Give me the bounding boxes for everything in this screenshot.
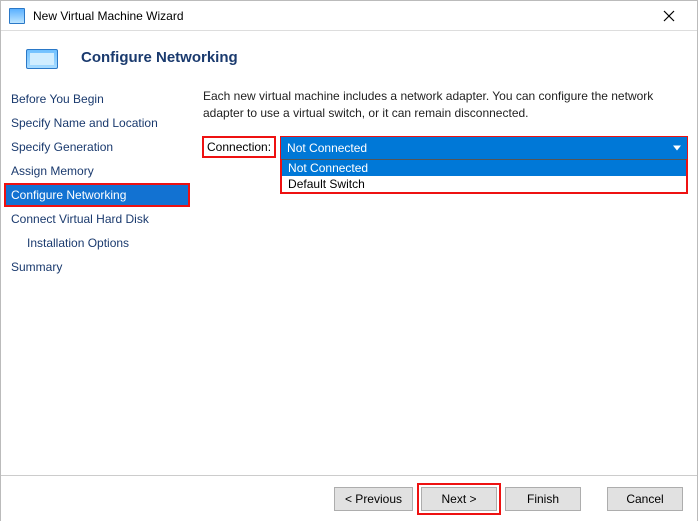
connection-combo-wrap: Not Connected Not Connected Default Swit… — [281, 137, 687, 193]
wizard-steps: Before You Begin Specify Name and Locati… — [1, 84, 193, 468]
footer: < Previous Next > Finish Cancel — [1, 475, 697, 521]
connection-row: Connection: Not Connected Not Connected … — [203, 137, 687, 193]
connection-label: Connection: — [203, 137, 275, 157]
step-configure-networking[interactable]: Configure Networking — [5, 184, 189, 206]
content-area: Configure Networking Before You Begin Sp… — [1, 31, 697, 475]
chevron-down-icon — [673, 145, 681, 150]
next-button[interactable]: Next > — [421, 487, 497, 511]
step-connect-vhd[interactable]: Connect Virtual Hard Disk — [5, 208, 189, 230]
window-title: New Virtual Machine Wizard — [33, 9, 649, 23]
app-icon — [9, 8, 25, 24]
connection-combobox[interactable]: Not Connected — [281, 137, 687, 159]
page-title: Configure Networking — [81, 49, 697, 66]
step-specify-name-location[interactable]: Specify Name and Location — [5, 112, 189, 134]
page-header: Configure Networking — [1, 31, 697, 84]
step-summary[interactable]: Summary — [5, 256, 189, 278]
connection-selected-value: Not Connected — [287, 141, 367, 155]
step-before-you-begin[interactable]: Before You Begin — [5, 88, 189, 110]
close-icon — [663, 10, 675, 22]
body: Before You Begin Specify Name and Locati… — [1, 84, 697, 468]
previous-button[interactable]: < Previous — [334, 487, 413, 511]
close-button[interactable] — [649, 2, 689, 30]
cancel-button[interactable]: Cancel — [607, 487, 683, 511]
connection-dropdown: Not Connected Default Switch — [281, 159, 687, 193]
step-installation-options[interactable]: Installation Options — [5, 232, 189, 254]
option-not-connected[interactable]: Not Connected — [282, 160, 686, 176]
titlebar: New Virtual Machine Wizard — [1, 1, 697, 31]
step-specify-generation[interactable]: Specify Generation — [5, 136, 189, 158]
option-default-switch[interactable]: Default Switch — [282, 176, 686, 192]
wizard-icon — [26, 49, 58, 69]
finish-button[interactable]: Finish — [505, 487, 581, 511]
main-panel: Each new virtual machine includes a netw… — [193, 84, 697, 468]
step-assign-memory[interactable]: Assign Memory — [5, 160, 189, 182]
intro-text: Each new virtual machine includes a netw… — [203, 88, 687, 123]
